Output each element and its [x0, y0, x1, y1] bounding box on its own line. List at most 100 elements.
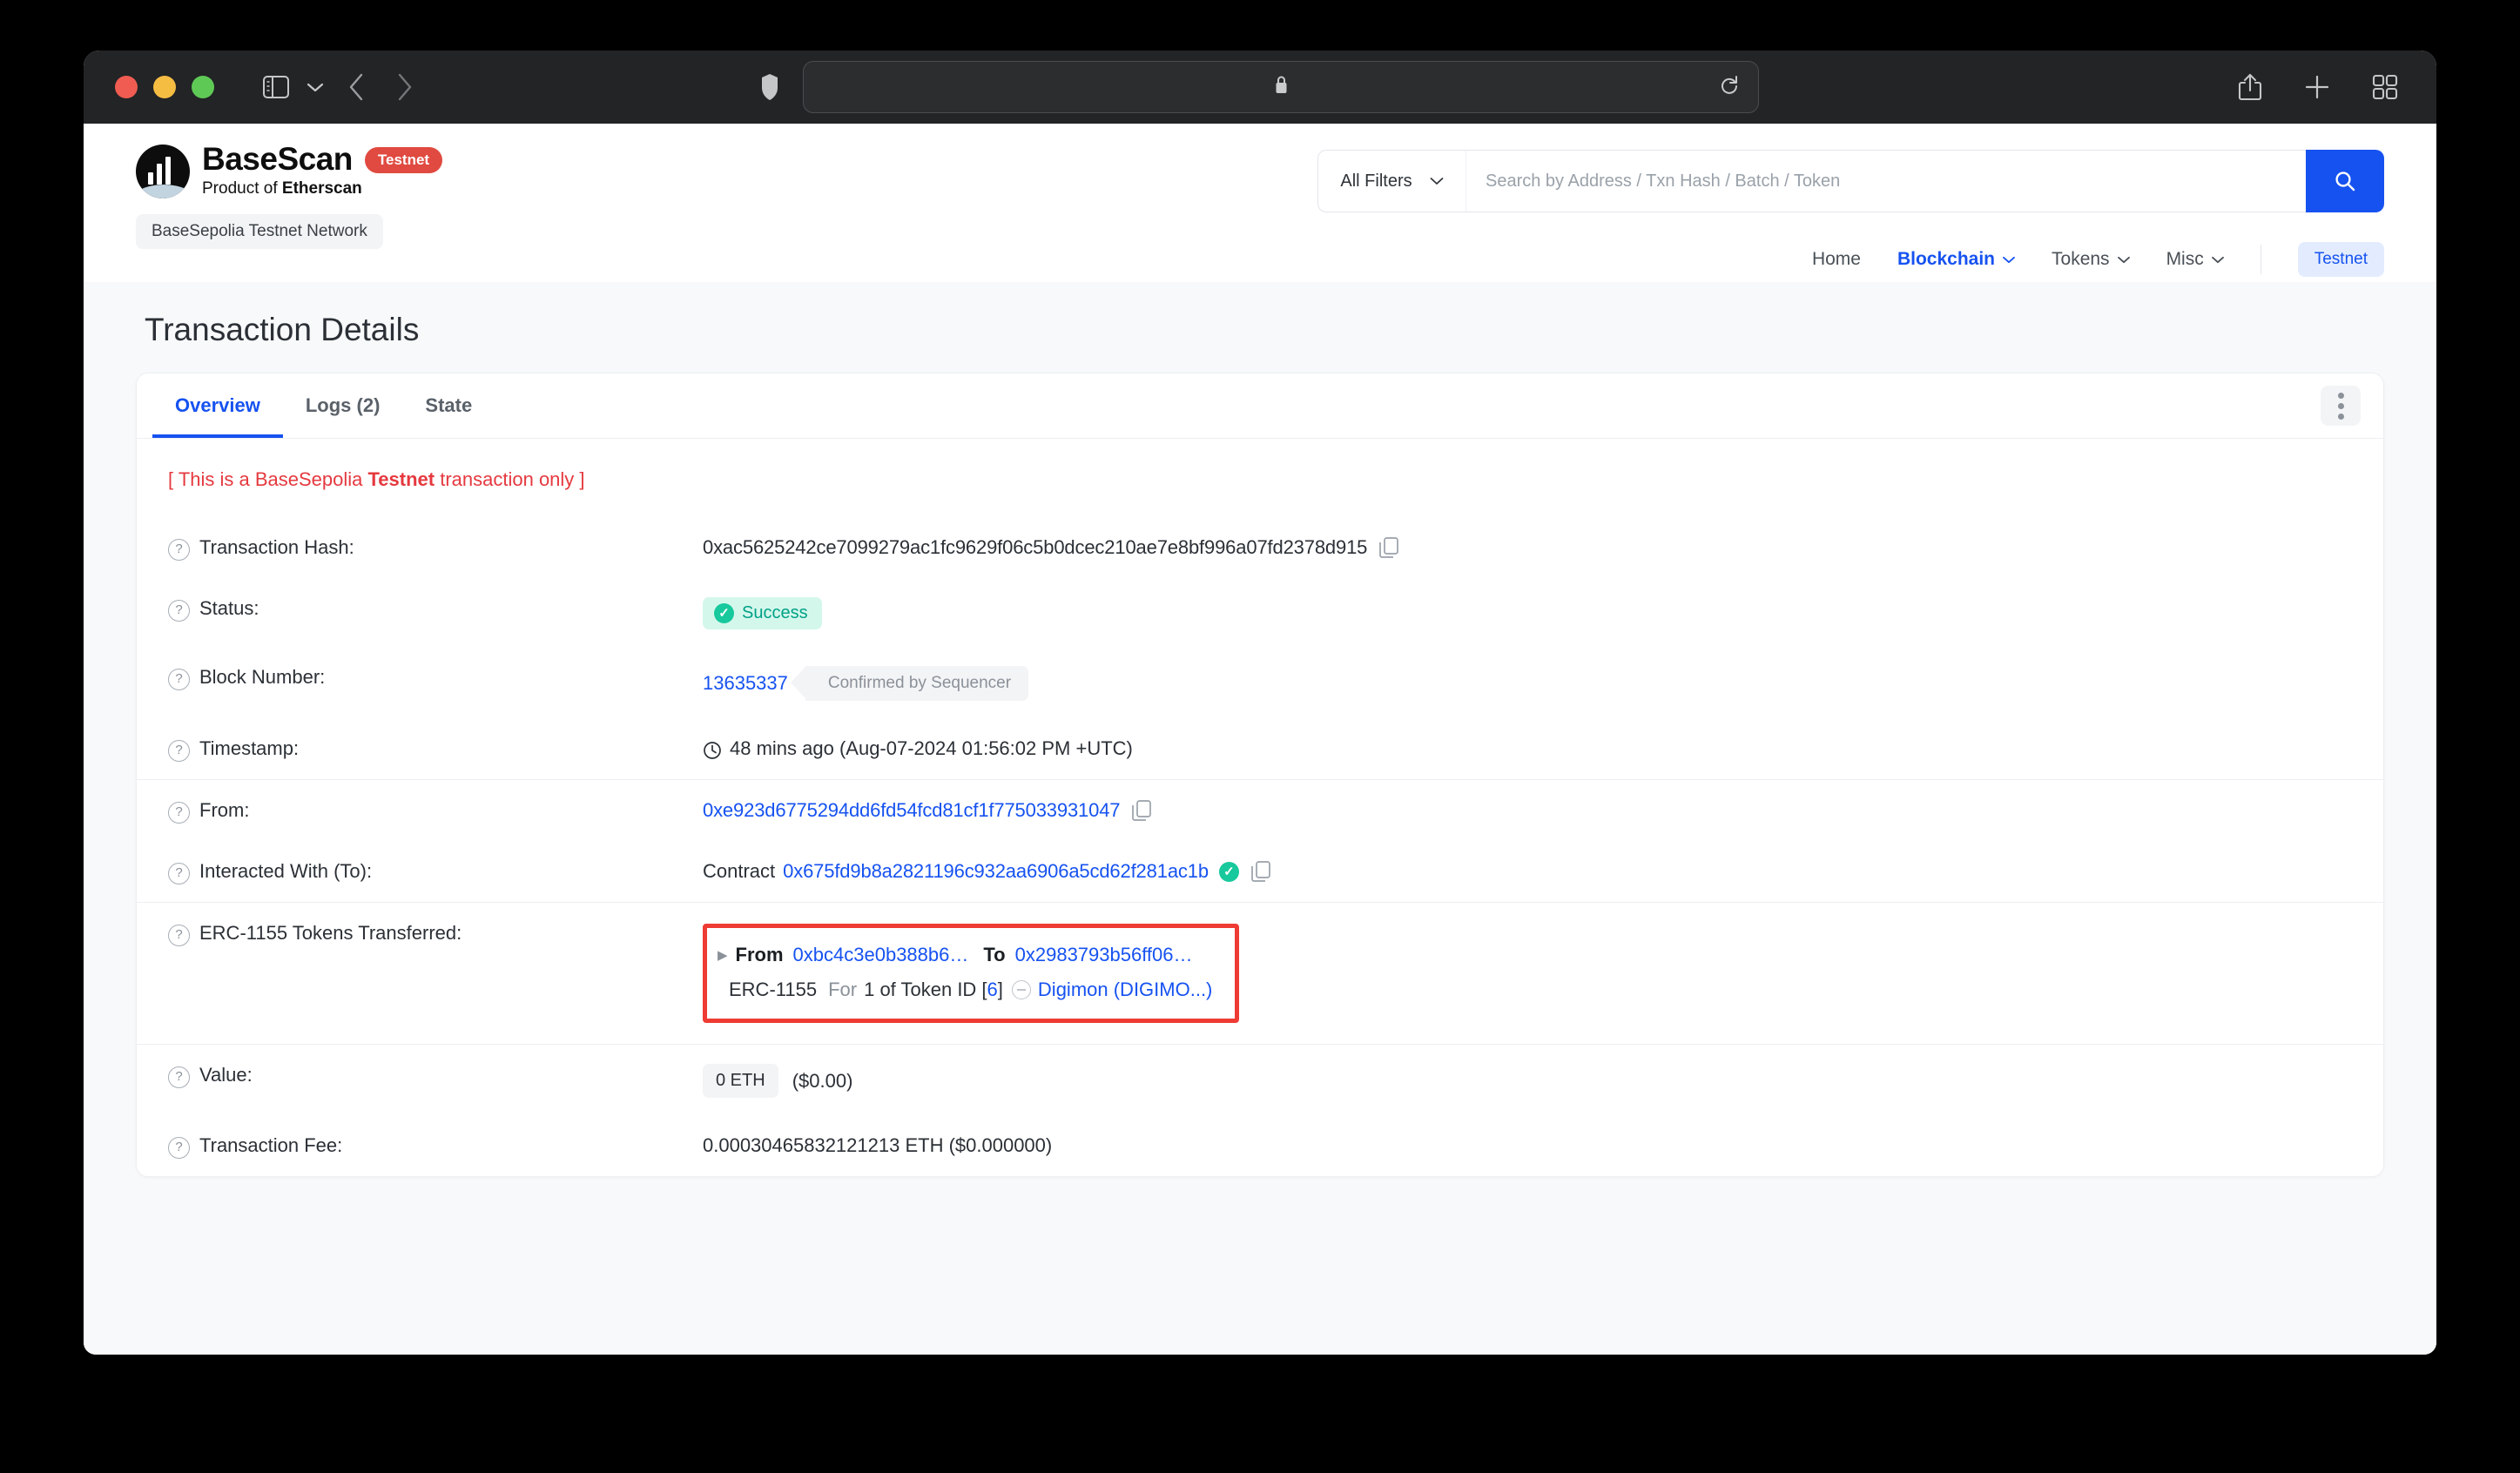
row-timestamp: ? Timestamp: 48 mins ago (Aug-07-2024 01… — [168, 718, 2352, 779]
row-label-text: Transaction Fee: — [199, 1134, 343, 1156]
tab-state[interactable]: State — [402, 373, 495, 438]
row-label-text: Timestamp: — [199, 737, 300, 759]
testnet-notice-suffix: transaction only ] — [435, 468, 585, 490]
from-address-link[interactable]: 0xe923d6775294dd6fd54fcd81cf1f7750339310… — [703, 799, 1121, 822]
chevron-down-icon — [1430, 178, 1443, 185]
value-eth-chip: 0 ETH — [703, 1064, 778, 1098]
nav-item-label: Tokens — [2052, 249, 2110, 269]
contract-address-link[interactable]: 0x675fd9b8a2821196c932aa6906a5cd62f281ac… — [783, 860, 1209, 883]
timestamp-value: 48 mins ago (Aug-07-2024 01:56:02 PM +UT… — [730, 737, 1133, 759]
tab-label: Logs (2) — [305, 394, 381, 416]
details-group-primary: ? Transaction Hash: 0xac5625242ce7099279… — [137, 517, 2383, 779]
row-from: ? From: 0xe923d6775294dd6fd54fcd81cf1f77… — [168, 780, 2352, 841]
url-input[interactable] — [803, 61, 1759, 113]
help-icon[interactable]: ? — [168, 669, 190, 690]
expand-caret-icon[interactable]: ▶ — [718, 947, 728, 963]
token-to-label: To — [983, 944, 1006, 965]
row-value: 0xac5625242ce7099279ac1fc9629f06c5b0dcec… — [703, 535, 1399, 559]
contract-prefix: Contract — [703, 860, 776, 882]
help-icon[interactable]: ? — [168, 802, 190, 824]
row-value: 0.00030465832121213 ETH ($0.000000) — [703, 1133, 1052, 1157]
close-window-button[interactable] — [115, 76, 138, 98]
filter-select-label: All Filters — [1340, 171, 1412, 191]
network-switch-button[interactable]: Testnet — [2297, 242, 2384, 277]
row-transaction-fee: ? Transaction Fee: 0.00030465832121213 E… — [168, 1115, 2352, 1176]
search-button[interactable] — [2306, 150, 2384, 212]
row-label-text: ERC-1155 Tokens Transferred: — [199, 922, 462, 944]
share-icon[interactable] — [2238, 73, 2262, 101]
tab-bar: Overview Logs (2) State — [137, 373, 2383, 439]
token-from-address-link[interactable]: 0xbc4c3e0b388b6… — [793, 944, 969, 966]
search-input[interactable] — [1466, 150, 2306, 212]
brand-subtitle-strong: Etherscan — [281, 179, 362, 198]
testnet-notice: [ This is a BaseSepolia Testnet transact… — [137, 439, 2383, 517]
help-icon[interactable]: ? — [168, 600, 190, 622]
details-group-value: ? Value: 0 ETH ($0.00) ? Transaction Fee — [137, 1044, 2383, 1176]
tab-logs[interactable]: Logs (2) — [283, 373, 403, 438]
search-icon — [2335, 172, 2355, 192]
row-label: ? Timestamp: — [168, 736, 703, 762]
nav-item-home[interactable]: Home — [1812, 249, 1861, 270]
reload-icon[interactable] — [1720, 75, 1739, 100]
row-label: ? Transaction Hash: — [168, 535, 703, 561]
value-fiat: ($0.00) — [792, 1069, 853, 1092]
shield-icon[interactable] — [761, 73, 778, 101]
more-options-button[interactable] — [2321, 386, 2361, 426]
chevron-down-icon — [2211, 256, 2224, 263]
basescan-logo-icon — [136, 145, 190, 198]
browser-window: BaseScan Testnet Product of Etherscan Ba… — [84, 50, 2436, 1355]
row-transaction-hash: ? Transaction Hash: 0xac5625242ce7099279… — [168, 517, 2352, 578]
row-label-text: From: — [199, 799, 250, 821]
token-standard-label: ERC-1155 — [729, 979, 818, 1000]
brand-subtitle: Product of Etherscan — [202, 179, 442, 198]
row-label: ? Block Number: — [168, 664, 703, 690]
token-transfer-highlight-box: ▶ From 0xbc4c3e0b388b6… To 0x2983793b56f… — [703, 924, 1240, 1023]
tab-overview-icon[interactable] — [2372, 74, 2398, 100]
row-value: 0xe923d6775294dd6fd54fcd81cf1f7750339310… — [703, 797, 1152, 822]
sidebar-icon[interactable] — [263, 76, 289, 98]
help-icon[interactable]: ? — [168, 1066, 190, 1088]
status-badge-label: Success — [742, 603, 808, 622]
nav-item-misc[interactable]: Misc — [2166, 249, 2224, 270]
token-to-address-link[interactable]: 0x2983793b56ff06… — [1015, 944, 1193, 966]
tab-overview[interactable]: Overview — [152, 373, 283, 438]
main-nav: Home Blockchain Tokens Misc Testnet — [1812, 242, 2384, 277]
token-id-link[interactable]: 6 — [987, 979, 998, 1001]
page-title: Transaction Details — [145, 312, 420, 347]
token-name-link[interactable]: Digimon (DIGIMO...) — [1038, 979, 1212, 1001]
testnet-notice-prefix: [ This is a BaseSepolia — [168, 468, 368, 490]
details-group-parties: ? From: 0xe923d6775294dd6fd54fcd81cf1f77… — [137, 779, 2383, 902]
maximize-window-button[interactable] — [192, 76, 214, 98]
help-icon[interactable]: ? — [168, 863, 190, 884]
brand-name: BaseScan — [202, 141, 353, 177]
nav-item-blockchain[interactable]: Blockchain — [1897, 249, 2015, 270]
help-icon[interactable]: ? — [168, 1137, 190, 1159]
forward-arrow-icon[interactable] — [397, 73, 413, 101]
chevron-down-icon[interactable] — [307, 82, 324, 93]
nav-item-tokens[interactable]: Tokens — [2052, 249, 2130, 270]
help-icon[interactable]: ? — [168, 539, 190, 561]
help-icon[interactable]: ? — [168, 740, 190, 762]
network-pill[interactable]: BaseSepolia Testnet Network — [136, 214, 383, 249]
page-content: Transaction Details Overview Logs (2) St… — [84, 282, 2436, 1355]
row-label-text: Transaction Hash: — [199, 536, 354, 558]
help-icon[interactable]: ? — [168, 925, 190, 946]
row-label-text: Block Number: — [199, 666, 326, 688]
row-label: ? ERC-1155 Tokens Transferred: — [168, 920, 703, 946]
plus-icon[interactable] — [2304, 74, 2330, 100]
testnet-notice-strong: Testnet — [367, 468, 435, 490]
token-transfer-parties: ▶ From 0xbc4c3e0b388b6… To 0x2983793b56f… — [718, 944, 1212, 966]
back-arrow-icon[interactable] — [348, 73, 364, 101]
row-block-number: ? Block Number: 13635337 Confirmed by Se… — [168, 647, 2352, 718]
details-group-tokens: ? ERC-1155 Tokens Transferred: ▶ From 0x… — [137, 902, 2383, 1044]
lock-icon — [1274, 75, 1289, 99]
minimize-window-button[interactable] — [153, 76, 176, 98]
filter-select[interactable]: All Filters — [1317, 150, 1466, 212]
copy-icon[interactable] — [1251, 861, 1270, 882]
block-number-link[interactable]: 13635337 — [703, 672, 788, 695]
check-icon: ✓ — [714, 603, 734, 623]
sequencer-confirmation-badge: Confirmed by Sequencer — [790, 666, 1029, 701]
page-viewport: BaseScan Testnet Product of Etherscan Ba… — [84, 124, 2436, 1355]
copy-icon[interactable] — [1379, 537, 1399, 558]
copy-icon[interactable] — [1132, 800, 1152, 821]
